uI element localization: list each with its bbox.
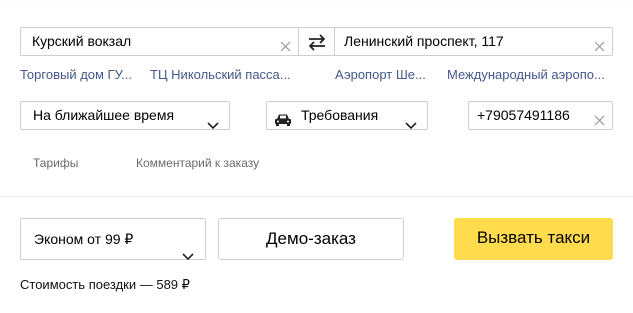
- suggestion-link[interactable]: Аэропорт Ше...: [335, 67, 426, 82]
- requirements-select-value: Требования: [301, 107, 379, 123]
- time-select[interactable]: На ближайшее время: [20, 101, 230, 130]
- chevron-down-icon: [207, 112, 219, 139]
- suggestion-link[interactable]: Международный аэропо...: [447, 67, 605, 82]
- section-divider: [0, 196, 633, 197]
- call-taxi-button[interactable]: Вызвать такси: [454, 218, 613, 260]
- top-strip: [0, 0, 633, 6]
- suggestion-link[interactable]: Торговый дом ГУ...: [20, 67, 132, 82]
- demo-order-button[interactable]: Демо-заказ: [218, 218, 404, 260]
- phone-field[interactable]: +79057491186: [468, 101, 613, 130]
- car-icon: [274, 109, 292, 136]
- chevron-down-icon: [405, 112, 417, 139]
- demo-order-label: Демо-заказ: [266, 229, 356, 248]
- tariff-select-value: Эконом от 99 ₽: [34, 231, 134, 247]
- tab-tariffs[interactable]: Тарифы: [33, 156, 78, 170]
- phone-value: +79057491186: [477, 107, 570, 123]
- close-icon[interactable]: [279, 35, 292, 52]
- ride-price: Стоимость поездки — 589 ₽: [20, 277, 190, 292]
- swap-arrows-icon: [309, 34, 325, 51]
- chevron-down-icon: [182, 236, 194, 276]
- from-address-field[interactable]: Курский вокзал: [20, 27, 299, 56]
- requirements-select[interactable]: Требования: [266, 101, 428, 130]
- call-taxi-label: Вызвать такси: [476, 228, 591, 247]
- to-address-value: Ленинский проспект, 117: [344, 33, 504, 49]
- to-address-field[interactable]: Ленинский проспект, 117: [334, 27, 613, 56]
- swap-addresses-button[interactable]: [298, 27, 335, 56]
- close-icon[interactable]: [593, 109, 606, 126]
- from-address-value: Курский вокзал: [32, 33, 132, 49]
- tab-comment[interactable]: Комментарий к заказу: [136, 156, 259, 170]
- tariff-select[interactable]: Эконом от 99 ₽: [20, 218, 206, 261]
- suggestion-link[interactable]: ТЦ Никольский пасса...: [150, 67, 291, 82]
- close-icon[interactable]: [593, 35, 606, 52]
- time-select-value: На ближайшее время: [33, 107, 175, 123]
